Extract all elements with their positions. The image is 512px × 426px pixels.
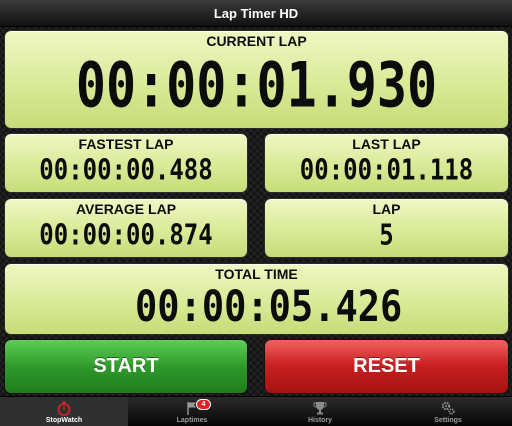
total-time-value: 00:00:05.426 <box>135 282 403 332</box>
lap-count-label: LAP <box>372 201 401 217</box>
average-lap-time: 00:00:00.874 <box>39 218 213 252</box>
fastest-lap-label: FASTEST LAP <box>78 136 174 152</box>
tab-laptimes-label: Laptimes <box>176 417 208 424</box>
tab-history[interactable]: History <box>256 397 384 426</box>
start-button[interactable]: START <box>4 339 248 394</box>
last-lap-panel: LAST LAP 00:00:01.118 <box>264 133 509 193</box>
tab-history-label: History <box>307 417 333 424</box>
reset-button[interactable]: RESET <box>264 339 509 394</box>
tab-bar: StopWatch 4 Laptimes History Settings <box>0 396 512 426</box>
current-lap-label: CURRENT LAP <box>206 33 307 49</box>
laptimes-badge: 4 <box>196 399 211 410</box>
last-lap-label: LAST LAP <box>352 136 421 152</box>
reset-button-label: RESET <box>353 355 420 377</box>
stopwatch-icon <box>57 401 71 416</box>
fastest-lap-time: 00:00:00.488 <box>39 153 213 187</box>
total-time-panel: TOTAL TIME 00:00:05.426 <box>4 263 509 335</box>
gears-icon <box>441 401 455 415</box>
lap-count-value: 5 <box>379 218 394 252</box>
trophy-icon <box>313 402 327 415</box>
current-lap-panel: CURRENT LAP 00:00:01.930 <box>4 30 509 129</box>
last-lap-time: 00:00:01.118 <box>299 153 474 187</box>
average-lap-panel: AVERAGE LAP 00:00:00.874 <box>4 198 248 258</box>
fastest-lap-panel: FASTEST LAP 00:00:00.488 <box>4 133 248 193</box>
current-lap-time: 00:00:01.930 <box>75 49 438 122</box>
average-lap-label: AVERAGE LAP <box>75 201 177 217</box>
lap-count-panel: LAP 5 <box>264 198 509 258</box>
app-title: Lap Timer HD <box>213 5 299 21</box>
tab-settings[interactable]: Settings <box>384 397 512 426</box>
tab-stopwatch-label: StopWatch <box>45 417 83 424</box>
tab-stopwatch[interactable]: StopWatch <box>0 397 128 426</box>
tab-laptimes[interactable]: 4 Laptimes <box>128 397 256 426</box>
title-bar: Lap Timer HD <box>0 0 512 27</box>
tab-settings-label: Settings <box>434 417 462 424</box>
total-time-label: TOTAL TIME <box>215 266 298 282</box>
start-button-label: START <box>93 355 159 377</box>
